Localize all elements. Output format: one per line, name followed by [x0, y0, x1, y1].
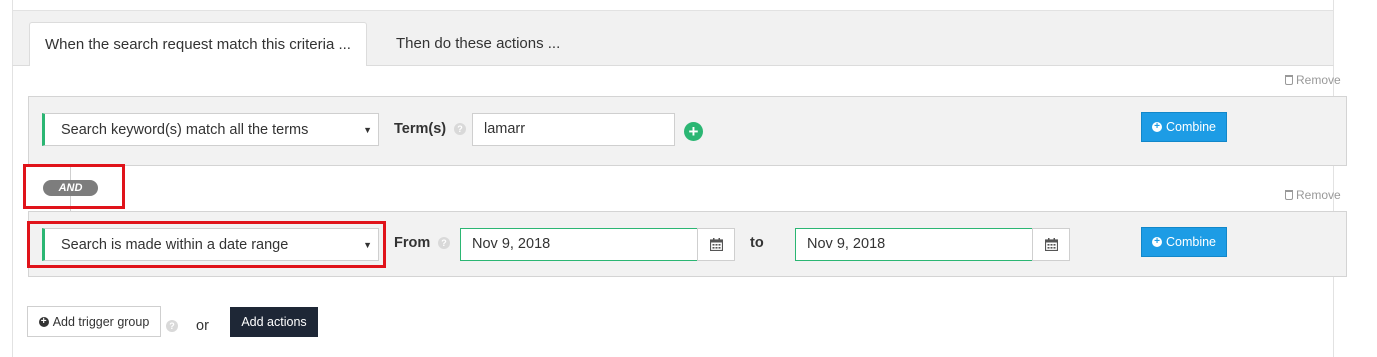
select-value: Search keyword(s) match all the terms — [61, 122, 309, 138]
tab-bar: When the search request match this crite… — [12, 11, 1334, 67]
plus-circle-icon: + — [38, 316, 49, 327]
or-label: or — [196, 318, 209, 334]
top-panel-edge — [12, 0, 1334, 11]
caret-down-icon: ▼ — [363, 125, 372, 135]
terms-label: Term(s) — [394, 121, 447, 137]
from-date-input[interactable]: Nov 9, 2018 — [460, 228, 698, 261]
help-icon[interactable]: ? — [454, 123, 466, 135]
highlight-box-select — [27, 221, 386, 268]
to-date-input[interactable]: Nov 9, 2018 — [795, 228, 1033, 261]
trash-icon — [1285, 75, 1293, 85]
tab-actions[interactable]: Then do these actions ... — [381, 22, 575, 66]
add-trigger-group-button[interactable]: + Add trigger group — [27, 306, 161, 337]
help-icon[interactable]: ? — [166, 320, 178, 332]
plus-circle-icon: + — [1151, 122, 1162, 132]
terms-input[interactable]: lamarr — [472, 113, 675, 146]
add-term-icon[interactable]: + — [684, 122, 703, 141]
remove-rule-1-link[interactable]: Remove — [1285, 73, 1341, 87]
help-icon[interactable]: ? — [438, 237, 450, 249]
calendar-icon — [709, 238, 723, 251]
remove-label: Remove — [1296, 188, 1341, 202]
combine-label: Combine — [1165, 120, 1217, 134]
to-label: to — [750, 235, 764, 251]
remove-rule-2-link[interactable]: Remove — [1285, 188, 1341, 202]
add-actions-button[interactable]: Add actions — [230, 307, 318, 337]
from-calendar-button[interactable] — [697, 228, 735, 261]
tab-criteria[interactable]: When the search request match this crite… — [29, 22, 367, 67]
to-calendar-button[interactable] — [1032, 228, 1070, 261]
remove-label: Remove — [1296, 73, 1341, 87]
combine-label: Combine — [1165, 235, 1217, 249]
highlight-box-and — [23, 164, 125, 209]
combine-button-2[interactable]: + Combine — [1141, 227, 1227, 257]
trash-icon — [1285, 190, 1293, 200]
combine-button-1[interactable]: + Combine — [1141, 112, 1227, 142]
trigger-type-select-1[interactable]: Search keyword(s) match all the terms ▼ — [42, 113, 379, 146]
calendar-icon — [1044, 238, 1058, 251]
plus-circle-icon: + — [1151, 237, 1162, 247]
from-label: From — [394, 235, 431, 251]
add-trigger-group-label: Add trigger group — [52, 314, 150, 329]
